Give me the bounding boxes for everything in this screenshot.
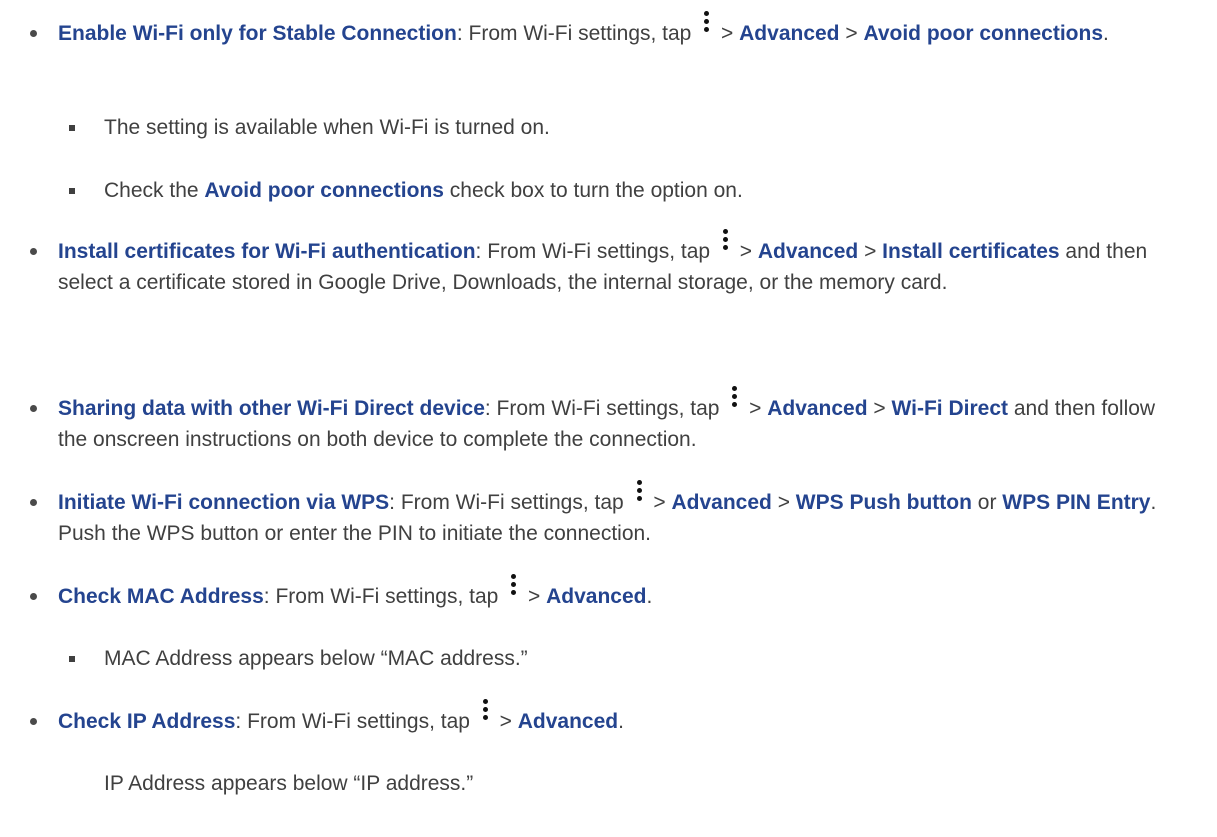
separator: > bbox=[839, 22, 864, 45]
item-text: Initiate Wi-Fi connection via WPS: From … bbox=[58, 480, 1187, 549]
option-name: Avoid poor connections bbox=[204, 179, 444, 202]
path-option: Wi-Fi Direct bbox=[891, 397, 1008, 420]
item-end: . bbox=[1103, 22, 1109, 45]
item-title: Sharing data with other Wi-Fi Direct dev… bbox=[58, 397, 485, 420]
item-title: Check MAC Address bbox=[58, 585, 264, 608]
square-bullet bbox=[69, 125, 75, 131]
item-text: Check MAC Address: From Wi-Fi settings, … bbox=[58, 574, 1187, 612]
path-advanced: Advanced bbox=[517, 710, 619, 733]
bullet bbox=[30, 593, 37, 600]
path-advanced: Advanced bbox=[767, 397, 868, 420]
item-pre: : From Wi-Fi settings, tap bbox=[456, 22, 698, 45]
more-vert-icon bbox=[720, 229, 732, 261]
path-option: WPS Push button bbox=[795, 491, 972, 514]
subitem-text: MAC Address appears below “MAC address.” bbox=[104, 647, 528, 670]
bullet bbox=[30, 248, 37, 255]
item-title: Initiate Wi-Fi connection via WPS bbox=[58, 491, 390, 514]
bullet bbox=[30, 30, 37, 37]
document-page: { "items": [ { "title": "Enable Wi-Fi on… bbox=[0, 0, 1217, 837]
item-text: Enable Wi-Fi only for Stable Connection:… bbox=[58, 11, 1187, 49]
item-title: Check IP Address bbox=[58, 710, 236, 733]
item-title: Install certificates for Wi-Fi authentic… bbox=[58, 240, 476, 263]
item-text: Sharing data with other Wi-Fi Direct dev… bbox=[58, 386, 1187, 455]
bullet bbox=[30, 499, 37, 506]
path-option: Avoid poor connections bbox=[863, 22, 1104, 45]
square-bullet bbox=[69, 656, 75, 662]
subitem-text: Check the Avoid poor connections check b… bbox=[104, 179, 743, 202]
more-vert-icon bbox=[480, 699, 492, 731]
bullet bbox=[30, 405, 37, 412]
more-vert-icon bbox=[701, 11, 713, 43]
path-option: Install certificates bbox=[882, 240, 1060, 263]
more-vert-icon bbox=[508, 574, 520, 606]
more-vert-icon bbox=[729, 386, 741, 418]
item-text: Check IP Address: From Wi-Fi settings, t… bbox=[58, 699, 1187, 737]
more-vert-icon bbox=[634, 480, 646, 512]
item-title: Enable Wi-Fi only for Stable Connection bbox=[58, 22, 457, 45]
bullet bbox=[30, 718, 37, 725]
path-advanced: Advanced bbox=[546, 585, 647, 608]
path-advanced: Advanced bbox=[671, 491, 772, 514]
subitem-text: The setting is available when Wi-Fi is t… bbox=[104, 116, 550, 139]
path-advanced: Advanced bbox=[757, 240, 859, 263]
square-bullet bbox=[69, 188, 75, 194]
path-advanced: Advanced bbox=[739, 22, 840, 45]
separator: > bbox=[715, 22, 740, 45]
path-option-alt: WPS PIN Entry bbox=[1002, 491, 1151, 514]
item-text: Install certificates for Wi-Fi authentic… bbox=[58, 229, 1187, 298]
